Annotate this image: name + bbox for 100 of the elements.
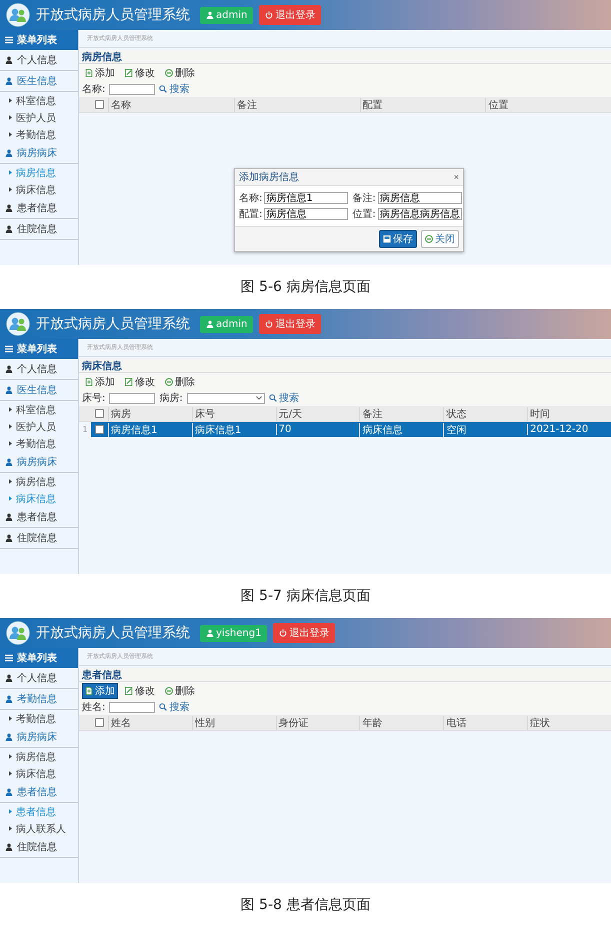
people-logo-icon bbox=[6, 3, 30, 27]
menu-group[interactable]: 医生信息 bbox=[0, 71, 78, 92]
search-icon bbox=[159, 703, 168, 711]
menu-group[interactable]: 住院信息 bbox=[0, 219, 78, 240]
menu-group[interactable]: 住院信息 bbox=[0, 528, 78, 549]
table-cell: 空闲 bbox=[443, 422, 528, 436]
user-icon bbox=[5, 843, 13, 851]
menu-group[interactable]: 考勤信息 bbox=[0, 689, 78, 710]
user-icon bbox=[5, 365, 13, 373]
checkbox[interactable] bbox=[95, 100, 104, 109]
triangle-icon bbox=[9, 826, 12, 831]
toolbar-button[interactable]: 删除 bbox=[162, 374, 198, 390]
panel-title: 患者信息 bbox=[82, 668, 122, 682]
user-icon bbox=[5, 149, 13, 157]
user-icon bbox=[5, 695, 13, 703]
menu-group[interactable]: 病房病床 bbox=[0, 143, 78, 164]
field-label: 位置: bbox=[352, 208, 376, 221]
menu-item[interactable]: 医护人员 bbox=[0, 109, 78, 126]
logout-button[interactable]: 退出登录 bbox=[273, 623, 336, 643]
column-header: 配置 bbox=[360, 98, 486, 112]
user-icon bbox=[5, 534, 13, 542]
menu-item[interactable]: 考勤信息 bbox=[0, 710, 78, 727]
panel-title: 病床信息 bbox=[82, 359, 122, 372]
search-button[interactable]: 搜索 bbox=[159, 700, 190, 714]
menu-item[interactable]: 病房信息 bbox=[0, 473, 78, 490]
menu-item[interactable]: 病床信息 bbox=[0, 765, 78, 782]
toolbar-button[interactable]: 添加 bbox=[82, 65, 118, 81]
table-cell: 2021-12-20 bbox=[527, 424, 611, 435]
menu-title: 菜单列表 bbox=[17, 652, 57, 665]
checkbox[interactable] bbox=[95, 409, 104, 418]
table-row[interactable]: 1 病房信息1 病床信息1 70 病床信息 空闲 2021-12-20 bbox=[79, 422, 611, 437]
search-button[interactable]: 搜索 bbox=[268, 391, 299, 405]
logout-button[interactable]: 退出登录 bbox=[259, 5, 322, 25]
toolbar-button[interactable]: 删除 bbox=[162, 683, 198, 699]
triangle-icon bbox=[9, 496, 12, 501]
menu-group[interactable]: 患者信息 bbox=[0, 782, 78, 803]
filter-label: 姓名: bbox=[82, 701, 106, 714]
table-cell: 病床信息1 bbox=[192, 422, 276, 436]
edit-icon bbox=[125, 687, 133, 695]
menu-item[interactable]: 病房信息 bbox=[0, 748, 78, 765]
document-icon bbox=[85, 687, 93, 695]
menu-item[interactable]: 病人联系人 bbox=[0, 820, 78, 837]
menu-group[interactable]: 患者信息 bbox=[0, 507, 78, 528]
menu-item[interactable]: 科室信息 bbox=[0, 92, 78, 109]
search-field[interactable] bbox=[109, 392, 156, 404]
minus-circle-icon bbox=[165, 687, 173, 695]
toolbar-button[interactable]: 删除 bbox=[162, 65, 198, 81]
menu-item[interactable]: 医护人员 bbox=[0, 418, 78, 435]
column-header: 电话 bbox=[443, 716, 528, 730]
menu-group[interactable]: 个人信息 bbox=[0, 668, 78, 689]
triangle-icon bbox=[9, 115, 12, 120]
user-icon bbox=[5, 674, 13, 682]
toolbar-button[interactable]: 修改 bbox=[122, 65, 158, 81]
minus-circle-icon bbox=[165, 378, 173, 386]
toolbar-button[interactable]: 修改 bbox=[122, 683, 158, 699]
column-header: 床号 bbox=[192, 406, 276, 420]
toolbar-button[interactable]: 修改 bbox=[122, 374, 158, 390]
column-header: 备注 bbox=[234, 98, 360, 112]
triangle-icon bbox=[9, 170, 12, 175]
figure-caption: 图 5-7 病床信息页面 bbox=[240, 587, 370, 605]
user-icon bbox=[5, 458, 13, 466]
search-field[interactable] bbox=[109, 702, 156, 712]
toolbar-button[interactable]: 添加 bbox=[82, 374, 118, 390]
dialog-button[interactable]: 关闭 bbox=[421, 230, 459, 248]
dialog-button[interactable]: 保存 bbox=[379, 230, 417, 248]
menu-item[interactable]: 考勤信息 bbox=[0, 435, 78, 452]
menu-item[interactable]: 科室信息 bbox=[0, 401, 78, 418]
logout-button[interactable]: 退出登录 bbox=[259, 314, 322, 334]
table-cell: 病房信息1 bbox=[108, 422, 192, 436]
search-button[interactable]: 搜索 bbox=[159, 82, 190, 96]
user-icon bbox=[5, 204, 13, 212]
toolbar-button[interactable]: 添加 bbox=[82, 683, 118, 699]
column-header: 年龄 bbox=[359, 716, 444, 730]
menu-group[interactable]: 个人信息 bbox=[0, 359, 78, 380]
menu-group[interactable]: 病房病床 bbox=[0, 727, 78, 748]
document-icon bbox=[85, 69, 93, 77]
checkbox[interactable] bbox=[95, 718, 104, 727]
search-field[interactable] bbox=[109, 84, 156, 94]
triangle-icon bbox=[9, 424, 12, 429]
menu-group[interactable]: 医生信息 bbox=[0, 380, 78, 401]
triangle-icon bbox=[9, 407, 12, 412]
checkbox[interactable] bbox=[95, 425, 104, 434]
menu-group[interactable]: 个人信息 bbox=[0, 50, 78, 71]
menu-group[interactable]: 病房病床 bbox=[0, 452, 78, 473]
filter-label: 床号: bbox=[82, 392, 106, 405]
chevron-down-icon bbox=[256, 396, 262, 400]
menu-icon bbox=[5, 345, 13, 353]
column-header: 症状 bbox=[527, 716, 611, 730]
power-icon bbox=[265, 11, 274, 19]
close-button[interactable]: × bbox=[454, 172, 459, 182]
figure-caption: 图 5-6 病房信息页面 bbox=[240, 278, 370, 296]
menu-group[interactable]: 住院信息 bbox=[0, 837, 78, 858]
menu-item[interactable]: 病床信息 bbox=[0, 181, 78, 198]
menu-item[interactable]: 考勤信息 bbox=[0, 126, 78, 143]
people-logo-icon bbox=[6, 621, 30, 645]
column-header: 位置 bbox=[485, 98, 611, 112]
dropdown[interactable] bbox=[186, 392, 265, 404]
triangle-icon bbox=[9, 479, 12, 484]
save-icon bbox=[383, 235, 391, 243]
menu-group[interactable]: 患者信息 bbox=[0, 198, 78, 219]
